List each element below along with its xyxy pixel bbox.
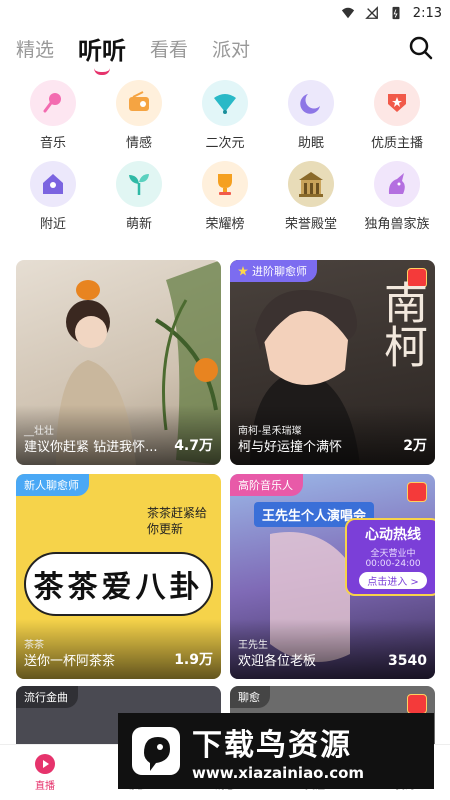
microphone-icon [30,80,76,126]
live-icon [35,754,55,774]
card-host-name: 茶茶 [24,640,44,651]
card-tag: 新人聊愈师 [16,474,89,496]
tab-jingxuan[interactable]: 精选 [16,35,54,62]
card-tag-label: 进阶聊愈师 [252,265,307,278]
nav-live[interactable]: 直播 [0,745,90,800]
room-card[interactable]: 高阶音乐人 王先生个人演唱会 心动热线 全天营业中 00:00-24:00 点击… [230,474,435,679]
category-label: 二次元 [205,136,245,151]
card-listener-count: 4.7万 [174,438,213,454]
tab-kankan[interactable]: 看看 [150,35,188,62]
category-unicorn-family[interactable]: 独角兽家族 [354,161,440,232]
card-listener-count: 3540 [388,653,427,669]
star-icon [238,266,248,276]
category-nearby[interactable]: 附近 [10,161,96,232]
room-card-grid: __壮壮 建议你赶紧 钻进我怀... 4.7万 进阶聊愈师 南柯 南柯-星禾瑞璨… [16,260,435,679]
red-envelope-icon[interactable] [407,694,427,714]
card-title: 送你一杯阿茶茶 [24,654,116,669]
watermark-banner: 下载鸟资源 www.xiazainiao.com [118,713,434,789]
category-label: 独角兽家族 [364,217,430,232]
card-overlay-text: 南柯 [376,280,427,368]
card-host-name: __壮壮 [24,426,54,437]
watermark-en: www.xiazainiao.com [192,764,365,782]
card-banner: 茶茶爱八卦 [24,552,213,616]
card-listener-count: 1.9万 [174,652,213,668]
category-newbie[interactable]: 萌新 [96,161,182,232]
card-tag: 进阶聊愈师 [230,260,317,282]
room-card[interactable]: __壮壮 建议你赶紧 钻进我怀... 4.7万 [16,260,221,465]
hotline-popup[interactable]: 心动热线 全天营业中 00:00-24:00 点击进入 > [345,518,435,596]
moon-icon [288,80,334,126]
category-acg[interactable]: 二次元 [182,80,268,151]
unicorn-icon [374,161,420,207]
category-top-host[interactable]: 优质主播 [354,80,440,151]
card-tag-label: 流行金曲 [24,691,68,704]
card-title: 柯与好运撞个满怀 [238,440,343,455]
radio-icon [116,80,162,126]
card-tag: 聊愈 [230,686,270,708]
category-grid: 音乐 情感 二次元 助眠 优质主播 附近 萌新 荣耀榜 荣誉殿堂 独角兽家族 [0,70,450,232]
hotline-title: 心动热线 [365,527,421,543]
status-bar: 2:13 [0,0,450,26]
home-location-icon [30,161,76,207]
card-tag-label: 聊愈 [238,691,260,704]
hotline-sub: 全天营业中 [370,549,416,559]
card-tag-label: 新人聊愈师 [24,479,79,492]
category-label: 情感 [125,136,152,151]
battery-icon [392,6,400,20]
category-sleep[interactable]: 助眠 [268,80,354,151]
badge-icon [374,80,420,126]
category-label: 助眠 [297,136,324,151]
room-card[interactable]: 新人聊愈师 茶茶爱八卦 茶茶赶紧给你更新 茶茶 送你一杯阿茶茶 1.9万 [16,474,221,679]
card-banner-text: 茶茶爱八卦 [33,570,204,605]
category-emotion[interactable]: 情感 [96,80,182,151]
category-label: 萌新 [125,217,152,232]
top-tabs: 精选 听听 看看 派对 [0,26,450,75]
search-icon[interactable] [408,35,434,61]
card-tag: 流行金曲 [16,686,78,708]
category-music[interactable]: 音乐 [10,80,96,151]
category-label: 音乐 [39,136,66,151]
watermark-cn: 下载鸟资源 [192,728,352,763]
card-host-name: 王先生 [238,640,268,651]
tab-paidui[interactable]: 派对 [212,35,250,62]
bird-logo-icon [132,727,180,775]
card-title: 建议你赶紧 钻进我怀... [24,440,158,455]
card-host-name: 南柯-星禾瑞璨 [238,426,302,437]
category-label: 优质主播 [370,136,423,151]
fan-icon [202,80,248,126]
sprout-icon [116,161,162,207]
category-label: 荣誉殿堂 [284,217,337,232]
wifi-icon [341,7,354,19]
card-title: 欢迎各位老板 [238,654,317,669]
hotline-enter-button[interactable]: 点击进入 > [359,572,427,589]
nav-label: 直播 [35,781,55,792]
card-note-text: 茶茶赶紧给你更新 [147,506,208,536]
room-card[interactable]: 进阶聊愈师 南柯 南柯-星禾瑞璨 柯与好运撞个满怀 2万 [230,260,435,465]
no-signal-icon [364,6,378,19]
category-hall-of-fame[interactable]: 荣誉殿堂 [268,161,354,232]
category-honor-list[interactable]: 荣耀榜 [182,161,268,232]
watermark-text: 下载鸟资源 www.xiazainiao.com [192,720,364,782]
category-label: 附近 [39,217,66,232]
tab-tingting[interactable]: 听听 [78,31,126,75]
palace-icon [288,161,334,207]
status-time: 2:13 [412,5,442,21]
hotline-time: 00:00-24:00 [365,559,421,569]
category-label: 荣耀榜 [205,217,245,232]
card-listener-count: 2万 [403,438,427,454]
trophy-icon [202,161,248,207]
